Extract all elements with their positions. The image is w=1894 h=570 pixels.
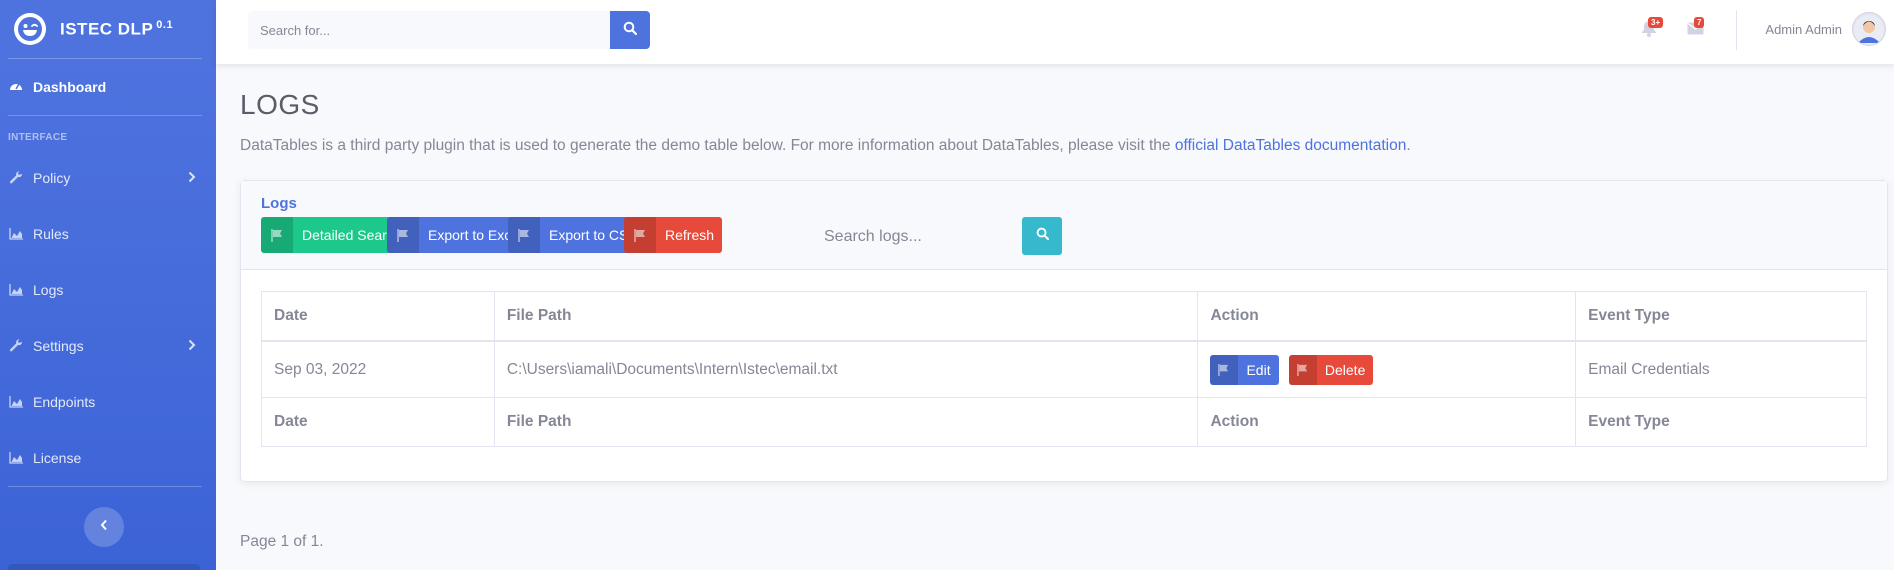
tachometer-icon — [8, 79, 24, 95]
page-content: LOGS DataTables is a third party plugin … — [216, 64, 1894, 156]
card-header: Logs Detailed Search Export to Excel Exp… — [241, 181, 1887, 270]
sidebar-item-settings[interactable]: Settings — [0, 318, 216, 374]
divider — [8, 486, 202, 487]
flag-icon — [1288, 354, 1317, 385]
sidebar-item-label: Logs — [33, 282, 64, 298]
sidebar-item-label: Rules — [33, 226, 69, 242]
column-footer-event-type: Event Type — [1575, 397, 1867, 447]
card-title: Logs — [261, 195, 297, 212]
topbar-search — [248, 11, 650, 49]
sidebar-toggle-button[interactable] — [84, 507, 124, 547]
sidebar-item-dashboard[interactable]: Dashboard — [0, 59, 216, 115]
alerts-badge: 3+ — [1648, 17, 1664, 28]
flag-icon — [261, 217, 293, 253]
column-footer-file-path: File Path — [493, 397, 1199, 447]
chevron-left-icon — [100, 518, 108, 536]
chart-area-icon — [8, 450, 24, 466]
logs-card: Logs Detailed Search Export to Excel Exp… — [240, 180, 1888, 482]
column-header-file-path[interactable]: File Path — [493, 291, 1199, 342]
description-text: DataTables is a third party plugin that … — [240, 137, 1175, 154]
main-content: 3+ 7 Admin Admin LOGS DataTables is a th… — [216, 0, 1894, 570]
search-button[interactable] — [610, 11, 650, 49]
alerts-button[interactable]: 3+ — [1638, 17, 1664, 42]
chevron-right-icon — [188, 338, 196, 354]
brand-name: ISTEC DLP 0.1 — [60, 18, 174, 39]
sidebar-heading: INTERFACE — [8, 132, 68, 143]
column-header-date[interactable]: Date — [261, 291, 495, 342]
page-title: LOGS — [240, 89, 320, 120]
sidebar-item-logs[interactable]: Logs — [0, 262, 216, 318]
logs-search-input[interactable] — [816, 219, 1031, 255]
sidebar-item-label: License — [33, 450, 82, 466]
avatar — [1852, 12, 1886, 46]
logs-table: Date File Path Action Event Type Sep 03,… — [261, 291, 1867, 447]
wrench-icon — [8, 338, 24, 354]
user-menu[interactable]: Admin Admin — [1765, 12, 1886, 46]
button-label: Delete — [1324, 361, 1366, 378]
messages-badge: 7 — [1694, 17, 1705, 28]
column-footer-date: Date — [261, 397, 495, 447]
user-name: Admin Admin — [1765, 21, 1842, 37]
topbar-divider — [1736, 10, 1737, 50]
brand[interactable]: ISTEC DLP 0.1 — [0, 0, 216, 58]
search-icon — [1036, 227, 1049, 245]
sidebar-item-label: Settings — [33, 338, 84, 354]
refresh-button[interactable]: Refresh — [624, 217, 723, 253]
edit-button[interactable]: Edit — [1210, 354, 1279, 385]
laugh-wink-icon — [14, 13, 46, 45]
chart-area-icon — [8, 394, 24, 410]
flag-icon — [508, 217, 540, 253]
button-label: Refresh — [665, 227, 715, 243]
cell-event-type: Email Credentials — [1575, 340, 1867, 398]
table-row: Sep 03, 2022 C:\Users\iamali\Documents\I… — [261, 340, 1867, 398]
search-input[interactable] — [248, 11, 610, 49]
flag-icon — [387, 217, 419, 253]
search-icon — [623, 21, 638, 40]
delete-button[interactable]: Delete — [1288, 354, 1374, 385]
sidebar-item-label: Dashboard — [33, 79, 107, 95]
column-footer-action: Action — [1197, 397, 1577, 447]
cell-file-path: C:\Users\iamali\Documents\Intern\Istec\e… — [493, 340, 1199, 398]
button-label: Edit — [1246, 361, 1271, 378]
logs-search-button[interactable] — [1022, 217, 1062, 255]
messages-button[interactable]: 7 — [1684, 17, 1706, 42]
table-header-row: Date File Path Action Event Type — [261, 291, 1867, 342]
table-footer-row: Date File Path Action Event Type — [261, 397, 1867, 447]
wrench-icon — [8, 170, 24, 186]
column-header-action[interactable]: Action — [1197, 291, 1577, 342]
sidebar-item-label: Policy — [33, 170, 71, 186]
chart-area-icon — [8, 282, 24, 298]
sidebar-item-policy[interactable]: Policy — [0, 150, 216, 206]
brand-version: 0.1 — [156, 18, 174, 31]
description-suffix: . — [1406, 137, 1411, 154]
sidebar-item-license[interactable]: License — [0, 430, 216, 486]
column-header-event-type[interactable]: Event Type — [1575, 291, 1867, 342]
sidebar-item-endpoints[interactable]: Endpoints — [0, 374, 216, 430]
chart-area-icon — [8, 226, 24, 242]
chevron-right-icon — [188, 170, 196, 186]
flag-icon — [624, 217, 656, 253]
sidebar-scrollbar[interactable] — [8, 564, 200, 570]
pagination-info: Page 1 of 1. — [240, 533, 324, 550]
page-description: DataTables is a third party plugin that … — [240, 136, 1870, 156]
sidebar-item-label: Endpoints — [33, 394, 96, 410]
sidebar: ISTEC DLP 0.1 Dashboard INTERFACE Policy … — [0, 0, 216, 570]
flag-icon — [1210, 354, 1239, 385]
topbar: 3+ 7 Admin Admin — [216, 0, 1894, 64]
cell-date: Sep 03, 2022 — [261, 340, 495, 398]
sidebar-item-rules[interactable]: Rules — [0, 206, 216, 262]
datatables-docs-link[interactable]: official DataTables documentation — [1175, 137, 1407, 154]
cell-action: Edit Delete — [1197, 340, 1577, 398]
